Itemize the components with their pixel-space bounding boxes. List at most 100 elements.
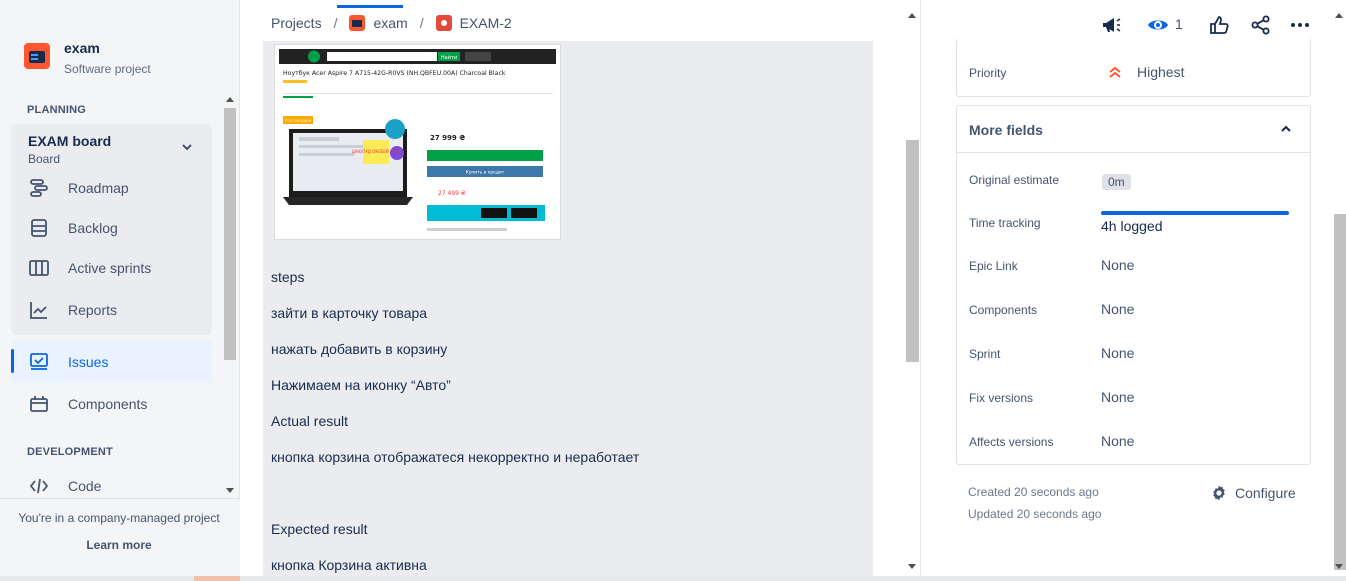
description-line: Actual result <box>271 413 349 429</box>
configure-button[interactable]: Configure <box>1210 484 1296 502</box>
field-value: None <box>1101 345 1135 361</box>
scroll-up-icon[interactable] <box>1335 12 1343 18</box>
more-horizontal-icon <box>1291 23 1309 27</box>
share-icon <box>1251 15 1270 35</box>
feedback-button[interactable] <box>1100 14 1122 36</box>
project-header[interactable]: exam Software project <box>24 40 151 76</box>
breadcrumb-issue-key[interactable]: EXAM-2 <box>460 15 512 31</box>
sidebar-item-roadmap[interactable]: Roadmap <box>11 168 212 208</box>
main-scroll-thumb[interactable] <box>906 140 919 362</box>
field-value: None <box>1101 257 1135 273</box>
field-row-affects-versions[interactable]: Affects versions None <box>957 432 1310 454</box>
time-tracking-value: 4h logged <box>1101 218 1163 234</box>
priority-field[interactable]: Highest <box>1107 64 1184 80</box>
shot-search-button: Найти <box>441 54 457 61</box>
shot-top-label: ТОП ПРОДАЖ <box>283 118 312 123</box>
main-scrollbar[interactable] <box>904 8 921 578</box>
project-name: exam <box>64 40 100 56</box>
sidebar-scrollbar[interactable] <box>222 92 238 498</box>
priority-value: Highest <box>1137 64 1185 80</box>
horizontal-scroll-thumb[interactable] <box>194 576 240 581</box>
board-subtitle: Board <box>28 152 61 166</box>
scroll-down-icon[interactable] <box>908 564 916 570</box>
project-avatar-icon <box>24 43 50 69</box>
description-line: steps <box>271 269 305 285</box>
description-line: зайти в карточку товара <box>271 305 428 321</box>
scroll-down-icon[interactable] <box>226 488 234 494</box>
description-line: кнопка Корзина активна <box>271 557 427 573</box>
megaphone-icon <box>1103 18 1121 32</box>
project-avatar-icon <box>349 15 366 31</box>
sidebar-item-label: Roadmap <box>68 180 129 196</box>
panel-scroll-thumb[interactable] <box>1334 214 1346 570</box>
more-fields-header[interactable]: More fields <box>957 106 1310 153</box>
sidebar-item-backlog[interactable]: Backlog <box>11 208 212 248</box>
chevron-up-icon[interactable] <box>1279 122 1293 136</box>
field-row-components[interactable]: Components None <box>957 300 1310 322</box>
bug-issue-icon <box>435 15 452 31</box>
issue-description[interactable]: Найти Ноутбук Acer Aspire 7 A715-42G-R0V… <box>263 41 873 581</box>
sidebar-item-issues[interactable]: Issues <box>11 341 212 383</box>
share-button[interactable] <box>1250 14 1272 36</box>
product-page-screenshot-image: Найти Ноутбук Acer Aspire 7 A715-42G-R0V… <box>275 45 560 239</box>
scroll-up-icon[interactable] <box>908 12 916 18</box>
field-row-time-tracking[interactable]: Time tracking 4h logged <box>957 211 1310 242</box>
sidebar-item-label: Reports <box>68 302 118 318</box>
horizontal-scrollbar[interactable] <box>0 576 1346 581</box>
configure-label: Configure <box>1235 485 1296 501</box>
breadcrumb-projects[interactable]: Projects <box>271 15 322 31</box>
watch-button[interactable] <box>1147 14 1169 36</box>
sidebar-item-active-sprints[interactable]: Active sprints <box>11 248 212 288</box>
development-section-title: DEVELOPMENT <box>27 446 113 458</box>
sidebar-item-label: Code <box>68 478 102 494</box>
thumbs-up-icon <box>1210 16 1229 34</box>
roadmap-icon <box>28 177 50 199</box>
sidebar-item-label: Components <box>68 396 148 412</box>
priority-highest-icon <box>1109 66 1121 78</box>
updated-timestamp: Updated 20 seconds ago <box>968 507 1102 521</box>
planning-section-title: PLANNING <box>27 104 87 116</box>
sidebar: exam Software project PLANNING EXAM boar… <box>0 0 240 581</box>
scroll-up-icon[interactable] <box>226 96 234 102</box>
field-label: Epic Link <box>969 259 1018 273</box>
chevron-down-icon[interactable] <box>179 139 195 155</box>
shot-price-main: 27 999 ₴ <box>430 134 465 142</box>
sidebar-item-reports[interactable]: Reports <box>11 290 212 330</box>
field-row-fix-versions[interactable]: Fix versions None <box>957 388 1310 410</box>
field-label: Components <box>969 303 1038 317</box>
panel-scrollbar[interactable] <box>1333 8 1346 578</box>
board-title: EXAM board <box>28 133 112 149</box>
created-timestamp: Created 20 seconds ago <box>968 485 1099 499</box>
shot-price-alt: 27 499 ₴ <box>438 190 466 197</box>
chart-line-icon <box>28 299 50 321</box>
time-tracking-bar <box>1101 211 1289 215</box>
attached-screenshot[interactable]: Найти Ноутбук Acer Aspire 7 A715-42G-R0V… <box>274 44 561 240</box>
field-row-epic-link[interactable]: Epic Link None <box>957 256 1310 278</box>
original-estimate-value: 0m <box>1102 174 1131 190</box>
more-actions-button[interactable] <box>1289 14 1311 36</box>
code-icon <box>28 475 50 497</box>
sidebar-item-label: Active sprints <box>68 260 152 276</box>
shot-product-title: Ноутбук Acer Aspire 7 A715-42G-R0VS (NH.… <box>283 69 506 77</box>
field-label: Time tracking <box>969 216 1041 230</box>
shot-badge: ЦІНОПАД ОКЕЕЕЙ -55% <box>352 149 401 154</box>
description-line: Нажимаем на иконку “Авто” <box>271 377 451 393</box>
field-label: Original estimate <box>969 173 1060 187</box>
field-value: None <box>1101 433 1135 449</box>
shot-buy-button: Купить в кредит <box>466 170 505 176</box>
learn-more-link[interactable]: Learn more <box>0 538 238 552</box>
scroll-down-icon[interactable] <box>1335 564 1343 570</box>
more-fields-card: More fields Original estimate 0m Time tr… <box>956 105 1311 465</box>
field-row-original-estimate[interactable]: Original estimate 0m <box>957 171 1310 193</box>
top-loading-accent <box>337 5 403 8</box>
field-label: Affects versions <box>969 435 1054 449</box>
field-value: None <box>1101 389 1135 405</box>
breadcrumb-project[interactable]: exam <box>373 15 407 31</box>
description-line: нажать добавить в корзину <box>271 341 448 357</box>
sidebar-scroll-thumb[interactable] <box>224 108 236 360</box>
issues-icon <box>28 351 50 373</box>
sidebar-item-components[interactable]: Components <box>11 384 212 424</box>
field-row-sprint[interactable]: Sprint None <box>957 344 1310 366</box>
sidebar-footer: You're in a company-managed project Lear… <box>0 498 240 581</box>
vote-button[interactable] <box>1208 14 1230 36</box>
